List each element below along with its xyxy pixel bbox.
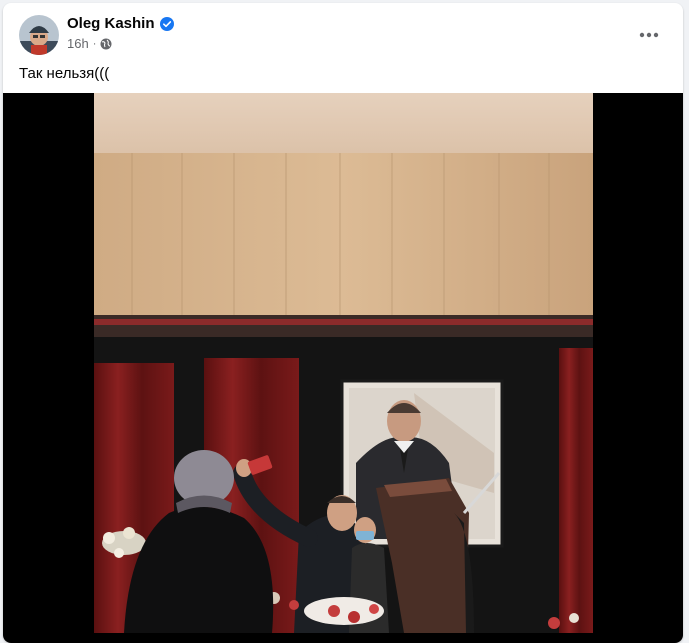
author-avatar[interactable] <box>19 15 59 55</box>
meta-separator: · <box>92 37 97 50</box>
photo-image <box>94 93 593 633</box>
more-options-icon <box>639 32 659 38</box>
globe-icon[interactable] <box>100 38 112 50</box>
avatar-image <box>19 15 59 55</box>
author-name[interactable]: Oleg Kashin <box>67 15 155 32</box>
more-options-button[interactable] <box>631 17 667 53</box>
verified-badge-icon <box>159 16 174 31</box>
post-media[interactable] <box>3 93 683 643</box>
post-time[interactable]: 16h <box>67 36 89 51</box>
post-header: Oleg Kashin 16h · <box>3 3 683 59</box>
author-line: Oleg Kashin <box>67 15 174 32</box>
post-card: Oleg Kashin 16h · Так нельзя((( <box>3 3 683 643</box>
post-photo[interactable] <box>94 93 593 633</box>
post-meta: 16h · <box>67 36 112 51</box>
post-text: Так нельзя((( <box>19 65 110 82</box>
